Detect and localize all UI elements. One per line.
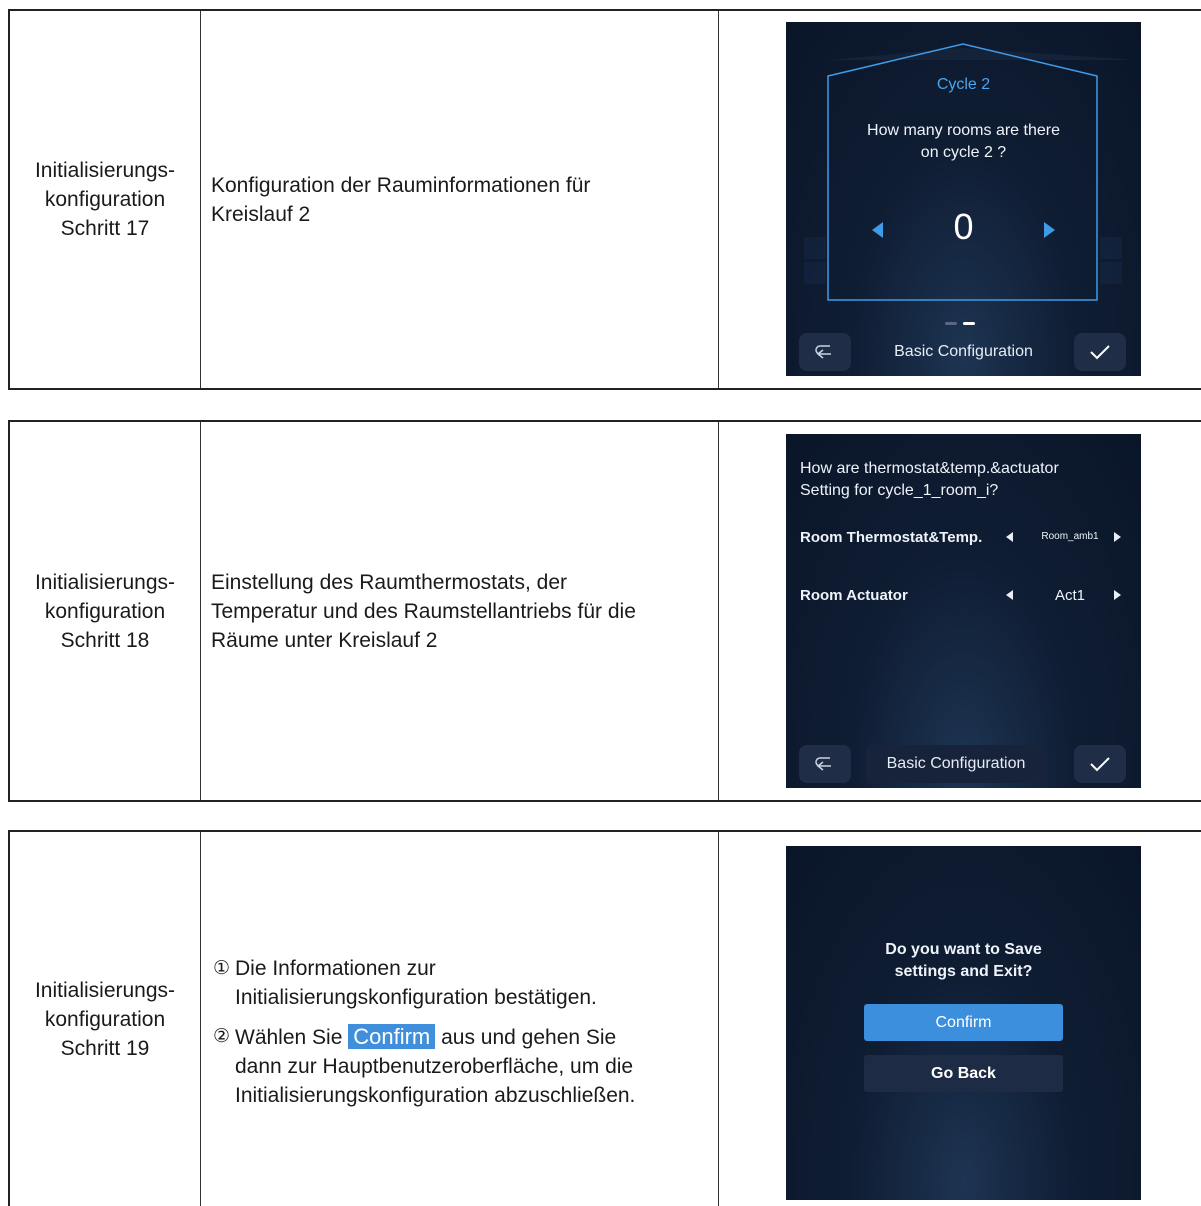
screen-cell: Do you want to Save settings and Exit? C…	[719, 832, 1201, 1206]
return-icon	[815, 345, 831, 359]
instruction-list: ① Die Informationen zur Initialisierungs…	[201, 954, 635, 1120]
actuator-setting-row: Room Actuator Act1	[800, 587, 1127, 604]
bottom-bar: Basic Configuration	[786, 324, 1141, 376]
device-screen-room-count: Cycle 2 How many rooms are there on cycl…	[786, 22, 1141, 376]
room-count-question: How many rooms are there on cycle 2 ?	[867, 122, 1060, 161]
description-text: Konfiguration der Rauminformationen für …	[211, 173, 591, 226]
return-icon	[815, 757, 831, 771]
cycle-title: Cycle 2	[936, 76, 991, 93]
bottom-bar: Basic Configuration	[786, 736, 1141, 788]
thermostat-next-icon[interactable]	[1114, 532, 1121, 542]
bar-label: Basic Configuration	[866, 745, 1046, 783]
confirm-check-button[interactable]	[1074, 745, 1126, 783]
confirm-highlight: Confirm	[348, 1024, 436, 1049]
description-text: Einstellung des Raumthermostats, der Tem…	[211, 570, 636, 652]
step-cell: Initialisierungs- konfiguration Schritt …	[10, 422, 201, 800]
checkmark-icon	[1090, 757, 1110, 772]
step-name: Initialisierungs- konfiguration Schritt …	[34, 978, 176, 1060]
increase-arrow-icon[interactable]	[1044, 222, 1055, 238]
description-cell: ① Die Informationen zur Initialisierungs…	[201, 832, 719, 1206]
back-button[interactable]	[799, 333, 851, 371]
settings-question: How are thermostat&temp.&actuator Settin…	[800, 460, 1059, 499]
actuator-prev-icon[interactable]	[1006, 590, 1013, 600]
step-cell: Initialisierungs- konfiguration Schritt …	[10, 832, 201, 1206]
confirm-check-button[interactable]	[1074, 333, 1126, 371]
back-button[interactable]	[799, 745, 851, 783]
confirm-button[interactable]: Confirm	[864, 1004, 1063, 1041]
save-question: Do you want to Save settings and Exit?	[885, 941, 1042, 980]
actuator-next-icon[interactable]	[1114, 590, 1121, 600]
thermostat-value: Room_amb1	[1041, 531, 1099, 542]
table-row-step-19: Initialisierungs- konfiguration Schritt …	[8, 830, 1201, 1206]
step-name: Initialisierungs- konfiguration Schritt …	[34, 159, 176, 240]
device-screen-save-exit: Do you want to Save settings and Exit? C…	[786, 846, 1141, 1200]
bar-label: Basic Configuration	[894, 343, 1033, 360]
thermostat-setting-row: Room Thermostat&Temp. Room_amb1	[800, 529, 1127, 546]
description-cell: Konfiguration der Rauminformationen für …	[201, 11, 719, 388]
table-row-step-18: Initialisierungs- konfiguration Schritt …	[8, 420, 1201, 802]
go-back-button[interactable]: Go Back	[864, 1055, 1063, 1092]
device-screen-room-settings: How are thermostat&temp.&actuator Settin…	[786, 434, 1141, 788]
checkmark-icon	[1090, 345, 1110, 360]
step-cell: Initialisierungs- konfiguration Schritt …	[10, 11, 201, 388]
instruction-item: ② Wählen Sie Confirm aus und gehen Sie d…	[213, 1024, 636, 1107]
screen-cell: Cycle 2 How many rooms are there on cycl…	[719, 11, 1201, 388]
description-cell: Einstellung des Raumthermostats, der Tem…	[201, 422, 719, 800]
thermostat-prev-icon[interactable]	[1006, 532, 1013, 542]
room-count-value: 0	[953, 206, 974, 247]
instruction-item: ① Die Informationen zur Initialisierungs…	[213, 957, 597, 1009]
actuator-value: Act1	[1054, 587, 1085, 604]
screen-cell: How are thermostat&temp.&actuator Settin…	[719, 422, 1201, 800]
table-row-step-17: Initialisierungs- konfiguration Schritt …	[8, 9, 1201, 390]
step-name: Initialisierungs- konfiguration Schritt …	[34, 570, 176, 652]
